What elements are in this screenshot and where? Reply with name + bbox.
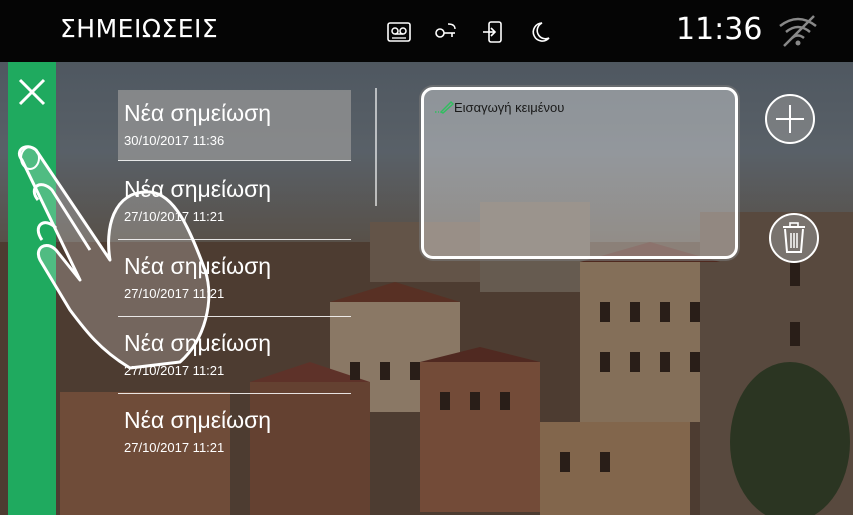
voicemail-icon: [387, 22, 411, 42]
notes-screen: ΣΗΜΕΙΩΣΕΙΣ 11:36 Νέα σημείωση 30/10/2017…: [0, 0, 853, 515]
note-date: 27/10/2017 11:21: [124, 440, 225, 455]
note-item[interactable]: Νέα σημείωση 27/10/2017 11:21: [118, 397, 351, 467]
clock: 11:36: [676, 12, 763, 47]
list-divider: [118, 393, 351, 394]
pointing-hand-icon: [17, 145, 211, 370]
page-title: ΣΗΜΕΙΩΣΕΙΣ: [60, 14, 219, 43]
add-note-button[interactable]: [765, 94, 815, 144]
close-icon[interactable]: [10, 74, 52, 116]
door-key-icon: [435, 23, 456, 38]
panel-divider: [375, 88, 377, 206]
note-title: Νέα σημείωση: [124, 100, 272, 126]
plus-icon: [776, 105, 804, 133]
delete-note-button[interactable]: [769, 213, 819, 263]
pencil-icon: [435, 101, 454, 114]
note-text-editor[interactable]: Εισαγωγή κειμένου: [421, 87, 738, 259]
intercom-divert-icon: [483, 21, 502, 43]
trash-icon: [783, 222, 805, 253]
editor-placeholder: Εισαγωγή κειμένου: [454, 100, 565, 115]
status-bar: ΣΗΜΕΙΩΣΕΙΣ 11:36: [0, 0, 853, 62]
wifi-disconnected-icon: [779, 15, 817, 47]
note-title: Νέα σημείωση: [124, 407, 272, 433]
night-mode-icon: [532, 22, 550, 42]
